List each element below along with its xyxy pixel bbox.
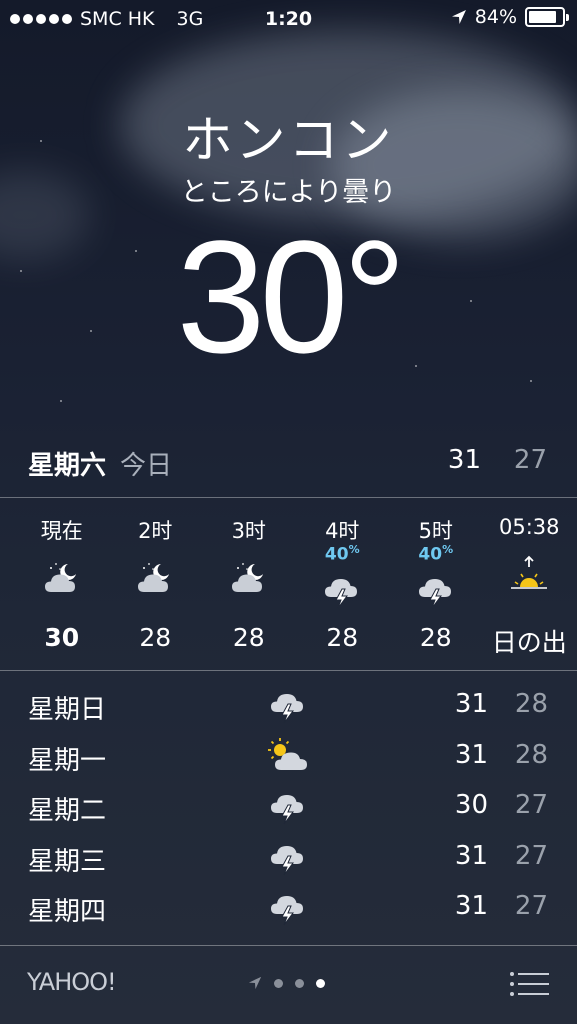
- daily-day: 星期三: [28, 846, 107, 877]
- precip-chance: 40%: [389, 543, 483, 565]
- today-label: 今日: [120, 451, 173, 481]
- thunderstorm-icon: [270, 895, 304, 926]
- hourly-time: 2时: [138, 519, 173, 543]
- hourly-time: 4时: [325, 519, 360, 543]
- page-dot: [295, 978, 304, 988]
- battery-icon: [525, 7, 569, 27]
- weather-condition: ところにより曇り: [180, 177, 397, 208]
- battery-percentage: 84%: [474, 6, 517, 28]
- sunrise-label: 日の出: [491, 628, 567, 657]
- today-summary: 星期六 今日 31 27: [28, 445, 557, 485]
- daily-low: 28: [514, 689, 548, 719]
- hourly-temp: 28: [232, 623, 265, 652]
- daily-day: 星期四: [28, 897, 107, 927]
- hourly-item: 3时 28: [202, 500, 296, 670]
- daily-high: 30: [454, 790, 488, 820]
- hourly-temp: 28: [139, 623, 172, 652]
- footer-bar: YAHOO!: [0, 946, 577, 1024]
- precip-value: 40: [418, 544, 443, 565]
- hourly-temp: 28: [419, 623, 452, 652]
- yahoo-logo-link[interactable]: YAHOO!: [27, 968, 117, 996]
- partly-cloudy-night-icon: [42, 558, 82, 598]
- daily-low: 27: [514, 840, 548, 871]
- daily-high: 31: [454, 891, 488, 921]
- thunderstorm-icon: [270, 845, 304, 875]
- daily-high: 31: [454, 739, 488, 770]
- daily-day: 星期日: [28, 695, 107, 725]
- daily-day: 星期二: [28, 796, 107, 826]
- hourly-item: 現在 30: [15, 500, 109, 670]
- thunderstorm-icon: [270, 794, 304, 825]
- location-arrow-icon: [451, 10, 466, 24]
- daily-row: 星期一 31 28: [28, 736, 558, 787]
- current-temperature: 30°: [176, 207, 407, 386]
- divider: [0, 670, 577, 671]
- daily-row: 星期日 31 28: [28, 685, 558, 736]
- hourly-time: 05:38: [498, 515, 560, 539]
- daily-row: 星期四 31 27: [28, 887, 558, 938]
- daily-day: 星期一: [28, 745, 107, 776]
- daily-low: 28: [514, 739, 548, 770]
- thunderstorm-icon: [322, 570, 362, 610]
- precip-unit: %: [442, 543, 454, 556]
- partly-sunny-icon: [266, 736, 310, 776]
- hourly-item: 05:38 日の出: [483, 500, 577, 670]
- hourly-forecast[interactable]: 現在 30 2时 28 3时 28 4时 40% 28 5时 40% 28 05…: [15, 500, 577, 670]
- hourly-time: 現在: [40, 519, 83, 543]
- location-arrow-icon: [248, 976, 262, 990]
- page-dot-active: [316, 978, 325, 988]
- daily-high: 31: [454, 840, 488, 871]
- daily-low: 27: [514, 891, 548, 921]
- thunderstorm-icon: [416, 570, 456, 610]
- hourly-temp: 30: [44, 623, 80, 652]
- page-indicator[interactable]: [248, 976, 325, 990]
- hourly-time: 5时: [418, 519, 453, 543]
- hourly-item: 4时 40% 28: [296, 500, 390, 670]
- city-name: ホンコン: [182, 111, 395, 169]
- hourly-item: 5时 40% 28: [389, 500, 483, 670]
- hourly-item: 2时 28: [109, 500, 203, 670]
- divider: [0, 497, 577, 498]
- partly-cloudy-night-icon: [229, 558, 269, 598]
- status-bar: SMC HK 3G 1:20 84%: [0, 0, 577, 38]
- daily-row: 星期二 30 27: [28, 786, 558, 837]
- precip-value: 40: [324, 544, 349, 565]
- sunrise-icon: [509, 555, 549, 595]
- today-low: 27: [513, 445, 547, 475]
- daily-low: 27: [514, 790, 548, 820]
- daily-forecast[interactable]: 星期日 31 28 星期一 31 28 星期二 30 27 星期三 31 27 …: [28, 685, 558, 938]
- precip-unit: %: [348, 543, 360, 556]
- today-high: 31: [447, 445, 481, 475]
- list-icon[interactable]: [509, 970, 549, 998]
- page-dot: [274, 978, 283, 988]
- partly-cloudy-night-icon: [135, 558, 175, 598]
- precip-chance: 40%: [296, 543, 390, 565]
- daily-high: 31: [454, 689, 488, 719]
- thunderstorm-icon: [270, 693, 304, 724]
- hourly-time: 3时: [231, 519, 266, 543]
- hourly-temp: 28: [326, 623, 359, 652]
- today-day: 星期六: [28, 451, 107, 481]
- daily-row: 星期三 31 27: [28, 837, 558, 888]
